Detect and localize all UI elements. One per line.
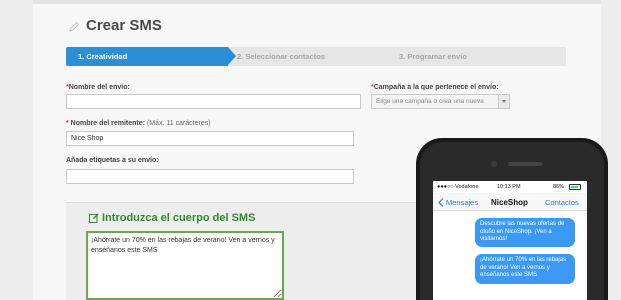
phone-status-bar: ●●●○○ Vodafone 10:13 PM 86% [433,181,587,192]
remitente-input[interactable] [66,131,354,146]
phone-screen: ●●●○○ Vodafone 10:13 PM 86% Mensajes Nic… [433,181,587,300]
phone-nav-bar: Mensajes NiceShop Contactos [433,193,587,211]
status-time: 10:13 PM [497,184,521,190]
etiquetas-label: Añada etiquetas a su envío: [66,157,159,164]
page-header: Crear SMS [33,12,601,38]
remitente-label-text: Nombre del remitente: [70,120,145,127]
remitente-hint: (Máx. 11 carácteres) [144,120,211,127]
remitente-label: * Nombre del remitente: (Máx. 11 carácte… [66,120,211,127]
phone-camera [491,161,497,167]
status-battery: 86% [553,184,565,190]
message-bubble: Descubre las nuevas ofertas de otoño en … [475,218,575,247]
step-creatividad[interactable]: 1. Creatividad [66,47,228,66]
active-step-arrow [228,47,236,65]
step-seleccionar-contactos[interactable]: 2. Seleccionar contactos [237,47,325,66]
nombre-envio-label: *Nombre del envío: [66,84,130,91]
edit-icon [89,213,99,223]
campana-select-placeholder: Elige una campaña o crea una nueva [376,98,484,105]
nombre-envio-input[interactable] [66,94,361,109]
message-bubble: ¡Ahórrate un 70% en las rebajas de veran… [475,254,575,284]
wizard-steps: 1. Creatividad 2. Seleccionar contactos … [66,47,566,66]
chevron-down-icon[interactable] [498,95,509,108]
conversation-title: NiceShop [491,198,528,207]
step-programar-envio[interactable]: 3. Programar envío [399,47,467,66]
window-left-margin [0,0,33,300]
status-carrier: ●●●○○ Vodafone [437,184,479,190]
campana-select[interactable]: Elige una campaña o crea una nueva [371,94,510,109]
battery-icon [569,184,581,190]
nombre-envio-label-text: Nombre del envío: [68,84,130,91]
sms-body-title: Introduzca el cuerpo del SMS [102,212,256,224]
campana-label-text: Campaña a la que pertenece el envío: [373,84,499,91]
page-title: Crear SMS [86,17,162,34]
nav-contacts-link[interactable]: Contactos [545,198,579,207]
chevron-left-icon[interactable] [438,198,444,207]
pencil-icon [69,21,80,32]
nav-back-link[interactable]: Mensajes [446,198,478,207]
campana-label: *Campaña a la que pertenece el envío: [371,84,499,91]
etiquetas-input[interactable] [66,169,354,184]
sms-body-textarea[interactable]: ¡Ahórrate un 70% en las rebajas de veran… [86,231,284,300]
phone-speaker [508,162,542,166]
